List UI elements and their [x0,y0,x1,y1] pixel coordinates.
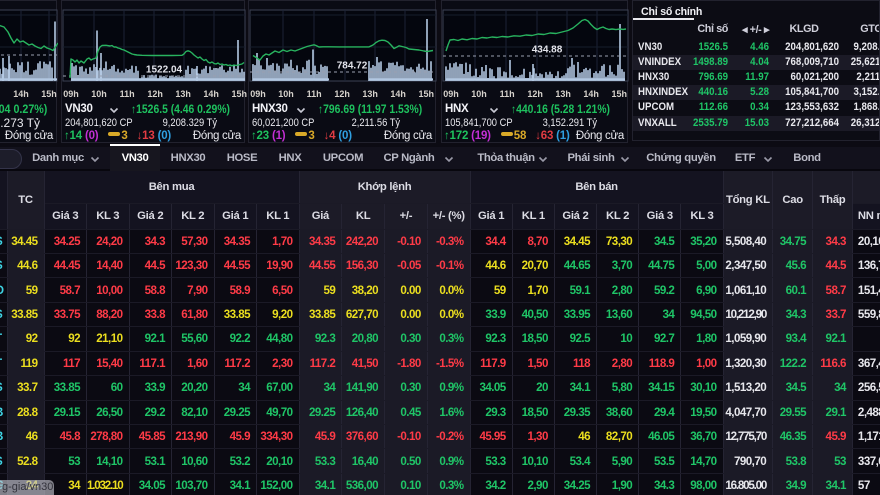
svg-text:784.72: 784.72 [337,61,368,72]
svg-text:434.88: 434.88 [532,45,563,56]
svg-text:1522.04: 1522.04 [146,65,183,76]
